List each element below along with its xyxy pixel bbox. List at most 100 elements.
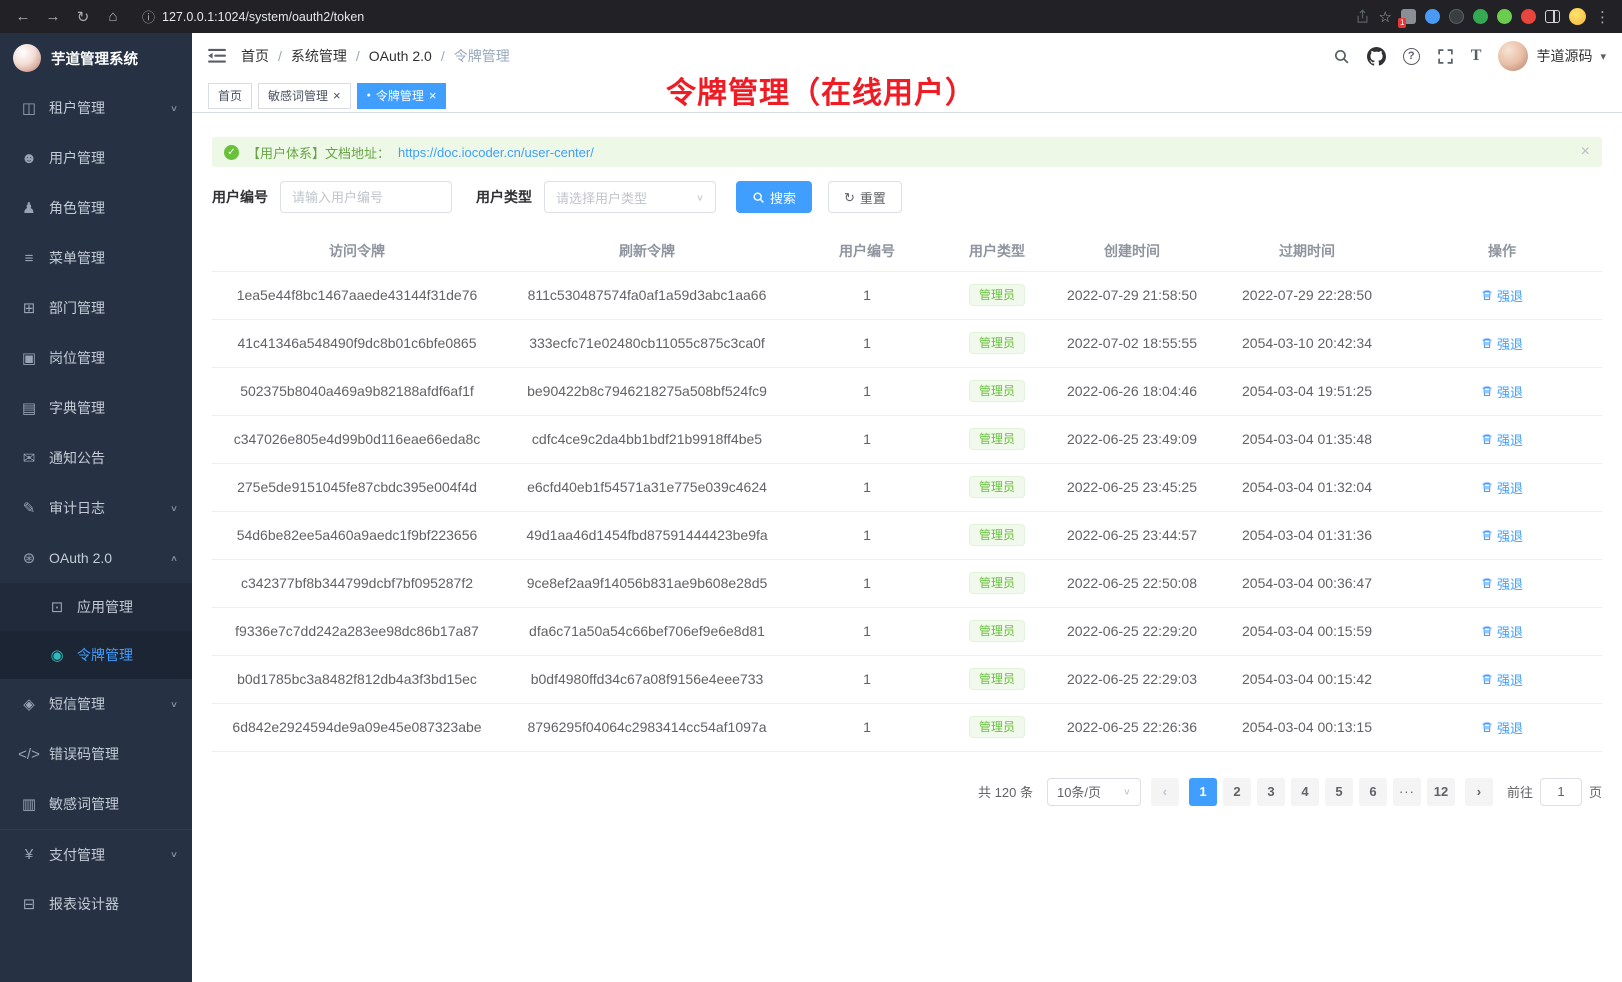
extension-green-icon[interactable]: [1473, 9, 1488, 24]
user-type-placeholder: 请选择用户类型: [556, 188, 647, 207]
menu-item-icon: ¥: [18, 846, 40, 863]
site-info-icon[interactable]: ⓘ: [142, 7, 155, 26]
extension-grid-icon[interactable]: 1: [1401, 9, 1416, 24]
sidebar-menu-item[interactable]: ⊟ 报表设计器: [0, 879, 192, 929]
doc-link[interactable]: https://doc.iocoder.cn/user-center/: [398, 145, 594, 160]
sidebar-menu-item[interactable]: ◈ 短信管理 ∨: [0, 679, 192, 729]
expires-at-cell: 2054-03-04 00:15:42: [1212, 655, 1402, 703]
bookmark-star-icon[interactable]: ☆: [1379, 8, 1392, 26]
refresh-token-cell: 811c530487574fa0af1a59d3abc1aa66: [502, 271, 792, 319]
col-created-at: 创建时间: [1052, 231, 1212, 271]
sidebar-menu-item[interactable]: ◫ 租户管理 ∨: [0, 83, 192, 133]
breadcrumb-item[interactable]: 系统管理: [291, 46, 347, 66]
prev-page-button[interactable]: ‹: [1151, 778, 1179, 806]
menu-item-icon: ≡: [18, 250, 40, 267]
trash-icon: [1481, 337, 1493, 349]
user-type-cell: 管理员: [942, 703, 1052, 751]
breadcrumb-item[interactable]: 令牌管理: [454, 46, 510, 66]
page-number-button[interactable]: 6: [1359, 778, 1387, 806]
breadcrumb-item[interactable]: OAuth 2.0: [369, 48, 432, 64]
sidebar-menu-item[interactable]: ⊡ 应用管理: [0, 583, 192, 631]
extension-red-icon[interactable]: [1521, 9, 1536, 24]
back-icon[interactable]: ←: [10, 4, 36, 30]
sidebar-menu-item[interactable]: ✎ 审计日志 ∨: [0, 483, 192, 533]
sidebar-menu-item[interactable]: ⊞ 部门管理: [0, 283, 192, 333]
page-number-button[interactable]: ···: [1393, 778, 1421, 806]
main-area: / 首页 / 系统管理 / OAuth 2.0 /: [192, 33, 1622, 982]
sidebar-collapse-icon[interactable]: [208, 48, 226, 64]
force-logout-button[interactable]: 强退: [1481, 382, 1523, 401]
user-id-input[interactable]: [280, 181, 452, 213]
user-id-label: 用户编号: [212, 187, 268, 207]
font-size-icon[interactable]: T: [1471, 47, 1482, 65]
page-number-button[interactable]: 1: [1189, 778, 1217, 806]
force-logout-button[interactable]: 强退: [1481, 430, 1523, 449]
page-tab[interactable]: 敏感词管理 ×: [258, 83, 351, 109]
page-size-select[interactable]: 10条/页 ∨: [1047, 778, 1141, 806]
sidebar-menu-item[interactable]: ¥ 支付管理 ∨: [0, 829, 192, 879]
extension-blue-icon[interactable]: [1425, 9, 1440, 24]
sidebar-menu-item[interactable]: ⊛ OAuth 2.0 ∧: [0, 533, 192, 583]
goto-page-input[interactable]: [1540, 778, 1582, 806]
reload-icon[interactable]: ↻: [70, 4, 96, 30]
alert-close-icon[interactable]: ×: [1581, 143, 1590, 161]
access-token-cell: f9336e7c7dd242a283ee98dc86b17a87: [212, 607, 502, 655]
user-id-cell: 1: [792, 319, 942, 367]
page-tab[interactable]: ● 令牌管理 ×: [357, 83, 447, 109]
force-logout-button[interactable]: 强退: [1481, 478, 1523, 497]
force-logout-button[interactable]: 强退: [1481, 718, 1523, 737]
page-tab[interactable]: 首页: [208, 83, 252, 109]
home-icon[interactable]: ⌂: [100, 4, 126, 30]
help-icon[interactable]: ?: [1403, 48, 1420, 65]
topbar: / 首页 / 系统管理 / OAuth 2.0 /: [192, 33, 1622, 79]
breadcrumb-item[interactable]: 首页: [241, 46, 269, 66]
app-logo[interactable]: 芋道管理系统: [0, 33, 192, 83]
menu-item-label: OAuth 2.0: [49, 550, 112, 566]
trash-icon: [1481, 577, 1493, 589]
github-icon[interactable]: [1367, 47, 1386, 66]
force-logout-button[interactable]: 强退: [1481, 670, 1523, 689]
user-type-select[interactable]: 请选择用户类型 ∨: [544, 181, 716, 213]
force-logout-button[interactable]: 强退: [1481, 286, 1523, 305]
page-number-button[interactable]: 2: [1223, 778, 1251, 806]
force-logout-button[interactable]: 强退: [1481, 574, 1523, 593]
col-actions: 操作: [1402, 231, 1602, 271]
sidebar-menu-item[interactable]: ☻ 用户管理: [0, 133, 192, 183]
next-page-button[interactable]: ›: [1465, 778, 1493, 806]
search-icon[interactable]: [1333, 48, 1350, 65]
force-logout-button[interactable]: 强退: [1481, 526, 1523, 545]
tab-close-icon[interactable]: ×: [429, 89, 437, 102]
reset-button[interactable]: ↻ 重置: [828, 181, 902, 213]
force-logout-button[interactable]: 强退: [1481, 622, 1523, 641]
sidebar-menu-item[interactable]: ✉ 通知公告: [0, 433, 192, 483]
address-bar[interactable]: ⓘ 127.0.0.1:1024/system/oauth2/token: [130, 4, 1351, 30]
tab-close-icon[interactable]: ×: [333, 89, 341, 102]
forward-icon[interactable]: →: [40, 4, 66, 30]
col-refresh-token: 刷新令牌: [502, 231, 792, 271]
page-number-button[interactable]: 4: [1291, 778, 1319, 806]
extension-adblock-icon[interactable]: [1497, 9, 1512, 24]
browser-menu-icon[interactable]: ⋮: [1595, 8, 1610, 26]
user-type-badge: 管理员: [969, 620, 1025, 642]
fullscreen-icon[interactable]: [1437, 48, 1454, 65]
force-logout-button[interactable]: 强退: [1481, 334, 1523, 353]
sidebar-menu-item[interactable]: ▥ 敏感词管理: [0, 779, 192, 829]
page-number-button[interactable]: 5: [1325, 778, 1353, 806]
page-number-button[interactable]: 12: [1427, 778, 1455, 806]
extension-dark-icon[interactable]: [1449, 9, 1464, 24]
actions-cell: 强退: [1402, 607, 1602, 655]
sidebar-menu-item[interactable]: </> 错误码管理: [0, 729, 192, 779]
user-type-cell: 管理员: [942, 607, 1052, 655]
sidebar-menu-item[interactable]: ◉ 令牌管理: [0, 631, 192, 679]
search-button[interactable]: 搜索: [736, 181, 812, 213]
sidebar-menu-item[interactable]: ▣ 岗位管理: [0, 333, 192, 383]
sidebar-menu-item[interactable]: ≡ 菜单管理: [0, 233, 192, 283]
sidebar-menu-item[interactable]: ▤ 字典管理: [0, 383, 192, 433]
share-icon[interactable]: [1355, 9, 1370, 24]
profile-avatar-icon[interactable]: [1569, 8, 1586, 25]
page-number-button[interactable]: 3: [1257, 778, 1285, 806]
sidebar-menu-item[interactable]: ♟ 角色管理: [0, 183, 192, 233]
table-row: 275e5de9151045fe87cbdc395e004f4d e6cfd40…: [212, 463, 1602, 511]
user-menu[interactable]: 芋道源码 ▾: [1498, 41, 1606, 71]
tab-group-icon[interactable]: [1545, 10, 1560, 23]
